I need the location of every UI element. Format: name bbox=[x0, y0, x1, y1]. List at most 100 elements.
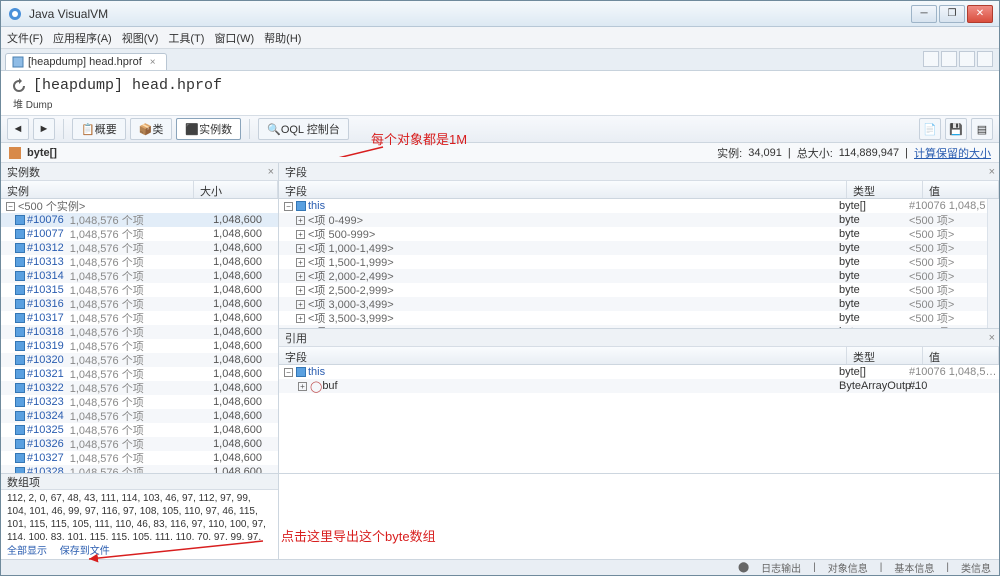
instance-row[interactable]: #103151,048,576 个项1,048,600 bbox=[1, 283, 278, 297]
tool-b-button[interactable]: 💾 bbox=[945, 118, 967, 140]
col-field[interactable]: 字段 bbox=[279, 181, 847, 198]
col-type[interactable]: 类型 bbox=[847, 347, 923, 364]
menu-tools[interactable]: 工具(T) bbox=[168, 30, 204, 46]
close-icon[interactable]: × bbox=[268, 166, 274, 178]
minimize-button[interactable]: ─ bbox=[911, 5, 937, 23]
instance-row[interactable]: #103181,048,576 个项1,048,600 bbox=[1, 325, 278, 339]
count-label: 实例: bbox=[717, 145, 742, 161]
nav-back-button[interactable]: ◄ bbox=[7, 118, 29, 140]
instance-row[interactable]: #100771,048,576 个项1,048,600 bbox=[1, 227, 278, 241]
menubar: 文件(F) 应用程序(A) 视图(V) 工具(T) 窗口(W) 帮助(H) bbox=[1, 27, 999, 49]
instances-button[interactable]: ⬛ 实例数 bbox=[176, 118, 241, 140]
instance-row[interactable]: #103241,048,576 个项1,048,600 bbox=[1, 409, 278, 423]
overview-button[interactable]: 📋 概要 bbox=[72, 118, 126, 140]
nav-fwd-button[interactable]: ► bbox=[33, 118, 55, 140]
menu-file[interactable]: 文件(F) bbox=[7, 30, 43, 46]
byte-icon bbox=[15, 229, 25, 239]
range-row[interactable]: +<项 2,500-2,999>byte<500 项> bbox=[279, 283, 987, 297]
byte-icon bbox=[15, 425, 25, 435]
range-row[interactable]: +<项 3,500-3,999>byte<500 项> bbox=[279, 311, 987, 325]
instance-tree[interactable]: −<500 个实例>#100761,048,576 个项1,048,600#10… bbox=[1, 199, 278, 473]
col-field[interactable]: 字段 bbox=[279, 347, 847, 364]
instance-row[interactable]: #103201,048,576 个项1,048,600 bbox=[1, 353, 278, 367]
byte-icon bbox=[15, 257, 25, 267]
close-icon[interactable]: × bbox=[989, 332, 995, 344]
byte-icon bbox=[15, 313, 25, 323]
range-row[interactable]: +<项 0-499>byte<500 项> bbox=[279, 213, 987, 227]
tab-max-button[interactable] bbox=[977, 51, 993, 67]
field-tree[interactable]: −thisbyte[]#10076 1,048,5…+<项 0-499>byte… bbox=[279, 199, 987, 328]
col-size[interactable]: 大小 bbox=[194, 181, 278, 198]
tool-c-button[interactable]: ▤ bbox=[971, 118, 993, 140]
col-instance[interactable]: 实例 bbox=[1, 181, 194, 198]
instance-row[interactable]: #103271,048,576 个项1,048,600 bbox=[1, 451, 278, 465]
toolbar: ◄ ► 📋 概要 📦 类 ⬛ 实例数 🔍 OQL 控制台 📄 💾 ▤ bbox=[1, 115, 999, 143]
byte-icon bbox=[15, 285, 25, 295]
arrow-icon bbox=[297, 145, 385, 157]
byte-icon bbox=[15, 369, 25, 379]
menu-view[interactable]: 视图(V) bbox=[122, 30, 159, 46]
instance-row[interactable]: #103141,048,576 个项1,048,600 bbox=[1, 269, 278, 283]
byte-icon bbox=[15, 299, 25, 309]
instance-row[interactable]: #103251,048,576 个项1,048,600 bbox=[1, 423, 278, 437]
left-tab[interactable]: 实例数 bbox=[7, 164, 40, 180]
instance-row[interactable]: #103221,048,576 个项1,048,600 bbox=[1, 381, 278, 395]
classes-button[interactable]: 📦 类 bbox=[130, 118, 173, 140]
instance-row[interactable]: #103281,048,576 个项1,048,600 bbox=[1, 465, 278, 473]
byte-icon bbox=[15, 271, 25, 281]
show-all-link[interactable]: 全部显示 bbox=[7, 546, 47, 557]
tab-label: [heapdump] head.hprof bbox=[28, 56, 142, 68]
instance-row[interactable]: #103121,048,576 个项1,048,600 bbox=[1, 241, 278, 255]
expand-icon[interactable]: + bbox=[298, 382, 307, 391]
heap-icon bbox=[12, 56, 24, 68]
tab-prev-button[interactable] bbox=[923, 51, 939, 67]
instance-row[interactable]: #103191,048,576 个项1,048,600 bbox=[1, 339, 278, 353]
instance-row[interactable]: #103131,048,576 个项1,048,600 bbox=[1, 255, 278, 269]
instances-pane: 实例数 × 实例 大小 −<500 个实例>#100761,048,576 个项1… bbox=[1, 163, 279, 473]
range-row[interactable]: +<项 4,000-4,499>byte<500 项> bbox=[279, 325, 987, 328]
array-title: 数组项 bbox=[1, 474, 278, 490]
instance-row[interactable]: #103211,048,576 个项1,048,600 bbox=[1, 367, 278, 381]
col-type[interactable]: 类型 bbox=[847, 181, 923, 198]
range-row[interactable]: +<项 1,500-1,999>byte<500 项> bbox=[279, 255, 987, 269]
byte-icon bbox=[15, 397, 25, 407]
menu-window[interactable]: 窗口(W) bbox=[214, 30, 254, 46]
instance-row[interactable]: #103171,048,576 个项1,048,600 bbox=[1, 311, 278, 325]
arrow-icon bbox=[85, 537, 265, 565]
col-value[interactable]: 值 bbox=[923, 347, 999, 364]
instance-row[interactable]: #100761,048,576 个项1,048,600 bbox=[1, 213, 278, 227]
tab-close-icon[interactable]: × bbox=[150, 57, 156, 68]
instance-row[interactable]: #103231,048,576 个项1,048,600 bbox=[1, 395, 278, 409]
right-tab[interactable]: 字段 bbox=[285, 164, 307, 180]
col-value[interactable]: 值 bbox=[923, 181, 999, 198]
collapse-icon[interactable]: − bbox=[284, 368, 293, 377]
byte-icon bbox=[15, 341, 25, 351]
menu-app[interactable]: 应用程序(A) bbox=[53, 30, 112, 46]
maximize-button[interactable]: ❐ bbox=[939, 5, 965, 23]
instance-row[interactable]: #103161,048,576 个项1,048,600 bbox=[1, 297, 278, 311]
summary-bar: byte[] 实例: 34,091 | 总大小: 114,889,947 | 计… bbox=[1, 143, 999, 163]
tab-next-button[interactable] bbox=[941, 51, 957, 67]
range-row[interactable]: +<项 2,000-2,499>byte<500 项> bbox=[279, 269, 987, 283]
close-button[interactable]: ✕ bbox=[967, 5, 993, 23]
range-row[interactable]: +<项 500-999>byte<500 项> bbox=[279, 227, 987, 241]
menu-help[interactable]: 帮助(H) bbox=[264, 30, 301, 46]
range-row[interactable]: +<项 1,000-1,499>byte<500 项> bbox=[279, 241, 987, 255]
references-tab[interactable]: 引用 bbox=[285, 330, 307, 346]
tab-heapdump[interactable]: [heapdump] head.hprof × bbox=[5, 53, 167, 70]
fields-pane: 字段 × 字段 类型 值 −thisbyte[]#10076 1,048,5…+<… bbox=[279, 163, 999, 473]
byte-icon bbox=[15, 439, 25, 449]
references-tree[interactable]: −thisbyte[]#10076 1,048,5… +◯ bufByteArr… bbox=[279, 365, 999, 473]
oql-button[interactable]: 🔍 OQL 控制台 bbox=[258, 118, 349, 140]
range-row[interactable]: +<项 3,000-3,499>byte<500 项> bbox=[279, 297, 987, 311]
scrollbar[interactable] bbox=[987, 199, 999, 328]
array-content: 112, 2, 0, 67, 48, 43, 111, 114, 103, 46… bbox=[1, 490, 278, 540]
refresh-icon[interactable] bbox=[11, 78, 27, 94]
close-icon[interactable]: × bbox=[989, 166, 995, 178]
tab-list-button[interactable] bbox=[959, 51, 975, 67]
byte-icon bbox=[15, 411, 25, 421]
retained-link[interactable]: 计算保留的大小 bbox=[914, 145, 991, 161]
tool-a-button[interactable]: 📄 bbox=[919, 118, 941, 140]
count-value: 34,091 bbox=[748, 147, 782, 159]
instance-row[interactable]: #103261,048,576 个项1,048,600 bbox=[1, 437, 278, 451]
